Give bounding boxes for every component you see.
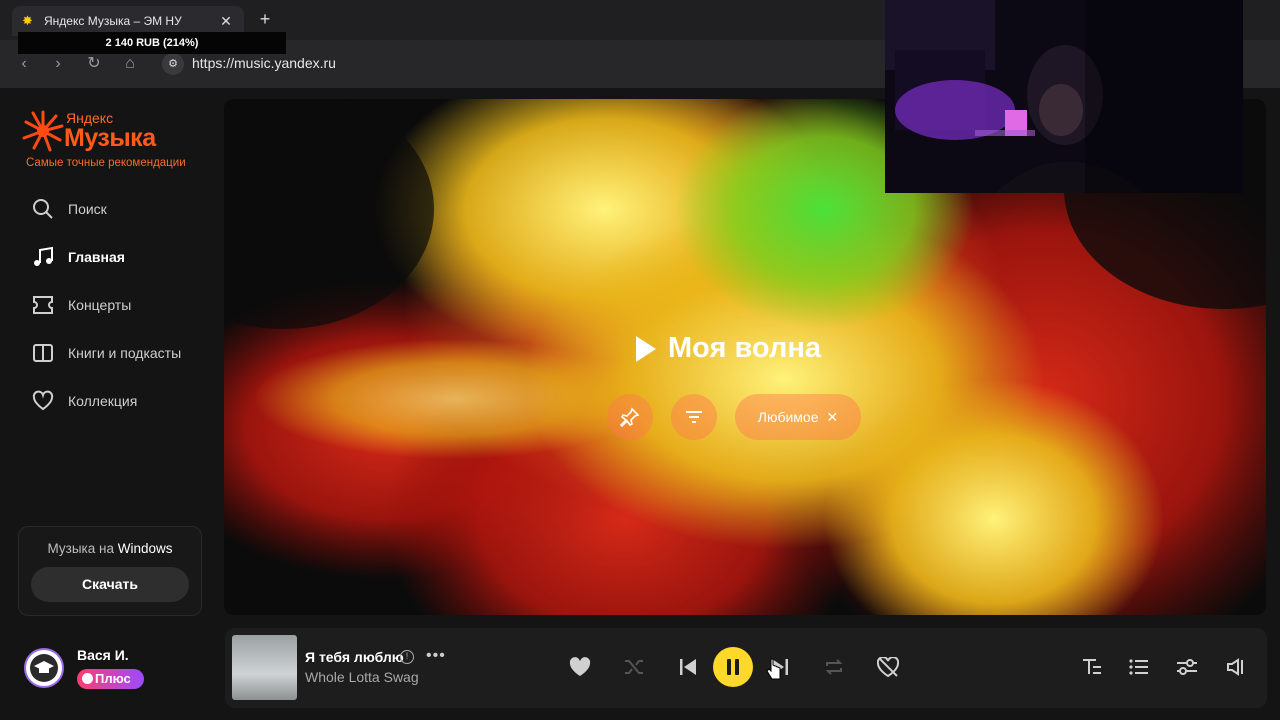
filter-chip-label: Любимое [757, 409, 819, 425]
sidebar-item-home[interactable]: Главная [30, 241, 220, 273]
search-icon [30, 196, 56, 222]
close-tab-icon[interactable]: ✕ [218, 13, 234, 30]
music-note-icon [30, 244, 56, 270]
site-settings-icon[interactable]: ⚙ [162, 53, 184, 75]
logo-music-text[interactable]: Музыка [64, 124, 156, 153]
yandex-music-logo-icon [22, 110, 64, 152]
play-icon [636, 335, 656, 362]
heart-icon [30, 388, 56, 414]
sidebar-item-label: Концерты [68, 297, 132, 313]
download-button[interactable]: Скачать [31, 567, 189, 602]
pin-icon [620, 407, 640, 427]
filter-chip-favorites[interactable]: Любимое ✕ [735, 394, 861, 440]
promo-text: Музыка на Windows [47, 541, 173, 556]
logo-tagline: Самые точные рекомендации [26, 157, 186, 169]
my-wave-title: Моя волна [668, 332, 821, 364]
ticket-icon [30, 292, 56, 318]
album-cover[interactable] [232, 635, 297, 700]
filter-icon [686, 411, 702, 423]
sidebar-item-label: Поиск [68, 201, 107, 217]
url-field[interactable]: https://music.yandex.ru [192, 55, 336, 71]
more-icon[interactable]: ••• [426, 647, 446, 665]
avatar[interactable] [24, 648, 64, 688]
book-icon [30, 340, 56, 366]
reload-icon[interactable]: ↻ [84, 54, 104, 74]
home-icon[interactable]: ⌂ [120, 54, 140, 74]
webcam-overlay [885, 0, 1243, 193]
price-overlay: 2 140 RUB (214%) [18, 32, 286, 54]
track-artist[interactable]: Whole Lotta Swag [305, 669, 419, 685]
dislike-icon[interactable] [876, 655, 900, 679]
back-icon[interactable]: ‹ [14, 54, 34, 74]
plus-badge[interactable]: Плюс [77, 669, 144, 689]
sidebar-item-collection[interactable]: Коллекция [30, 385, 220, 417]
volume-icon[interactable] [1224, 655, 1248, 679]
info-icon[interactable]: ! [400, 650, 414, 664]
sidebar-item-label: Главная [68, 249, 125, 265]
like-icon[interactable] [568, 655, 592, 679]
pause-button[interactable] [713, 647, 753, 687]
pin-button[interactable] [607, 394, 653, 440]
sidebar-item-search[interactable]: Поиск [30, 193, 220, 225]
shuffle-icon[interactable] [622, 655, 646, 679]
lyrics-icon[interactable] [1080, 655, 1104, 679]
settings-filter-button[interactable] [671, 394, 717, 440]
sidebar-item-label: Книги и подкасты [68, 345, 182, 361]
repeat-icon[interactable] [822, 655, 846, 679]
sidebar-item-concerts[interactable]: Концерты [30, 289, 220, 321]
sidebar-item-label: Коллекция [68, 393, 138, 409]
track-title[interactable]: Я тебя люблю [305, 649, 404, 665]
new-tab-button[interactable]: + [256, 9, 274, 29]
remove-filter-icon[interactable]: ✕ [827, 409, 839, 426]
my-wave-play-button[interactable]: Моя волна [636, 332, 821, 365]
sidebar-item-books[interactable]: Книги и подкасты [30, 337, 220, 369]
forward-icon[interactable]: › [48, 54, 68, 74]
favicon-icon: ✸ [22, 13, 33, 28]
equalizer-icon[interactable] [1175, 655, 1199, 679]
tab-title: Яндекс Музыка – ЭМ НУ [44, 14, 182, 28]
queue-icon[interactable] [1127, 655, 1151, 679]
user-name[interactable]: Вася И. [77, 647, 129, 663]
mouse-cursor-icon [766, 658, 781, 680]
previous-icon[interactable] [676, 655, 700, 679]
